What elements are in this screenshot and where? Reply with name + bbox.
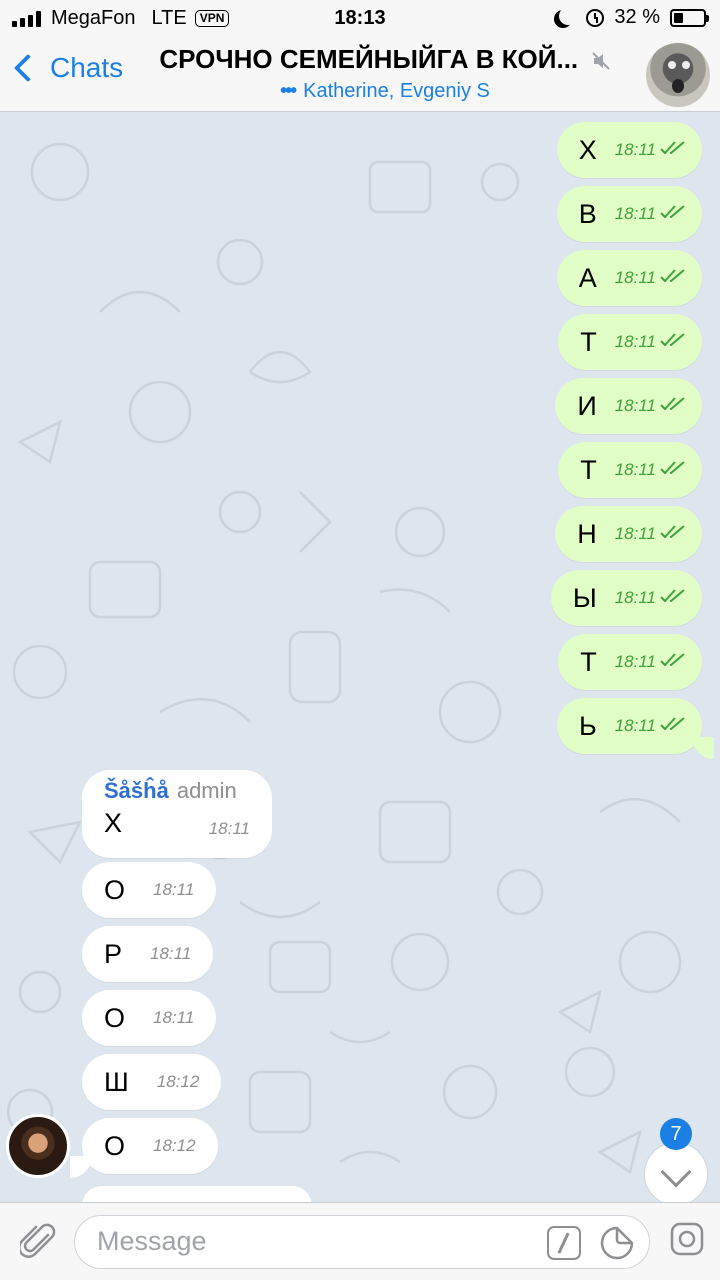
- read-checkmarks-icon: [660, 652, 686, 672]
- message-time: 18:11: [614, 652, 656, 671]
- message-text: В: [578, 198, 597, 229]
- read-checkmarks-icon: [660, 204, 686, 224]
- chat-title: СРОЧНО СЕМЕЙНЫЙГА В КОЙ...: [159, 44, 579, 74]
- status-bar: MegaFon LTE VPN 18:13 32 %: [0, 0, 720, 38]
- message-text: Н: [577, 518, 597, 549]
- outgoing-message[interactable]: Ы 18:11: [550, 570, 702, 626]
- back-label: Chats: [50, 52, 124, 83]
- message-text: Ь: [579, 710, 597, 741]
- outgoing-message[interactable]: Т 18:11: [558, 314, 702, 370]
- sender-name[interactable]: Šåšĥå: [104, 778, 169, 803]
- sender-row: Šåšĥå admin: [104, 778, 250, 804]
- read-checkmarks-icon: [660, 460, 686, 480]
- message-time: 18:11: [614, 716, 656, 735]
- message-time: 18:11: [614, 204, 656, 223]
- alarm-icon: [586, 8, 605, 27]
- incoming-message[interactable]: Šåšĥå admin Х 18:11: [82, 770, 272, 858]
- chevron-down-icon: [660, 1156, 692, 1188]
- incoming-message-partial[interactable]: [82, 1186, 312, 1202]
- incoming-message[interactable]: О 18:11: [82, 990, 217, 1046]
- read-checkmarks-icon: [660, 140, 686, 160]
- message-list[interactable]: Х 18:11 В 18:11 А 18:11 Т 18:11 И 18:11 …: [0, 112, 720, 1202]
- outgoing-message[interactable]: Ь 18:11: [557, 698, 702, 754]
- back-button[interactable]: Chats: [12, 52, 123, 84]
- typing-indicator-icon: •••: [280, 80, 297, 103]
- message-time: 18:11: [614, 396, 656, 415]
- message-time: 18:11: [614, 140, 656, 159]
- message-time: 18:11: [614, 588, 656, 607]
- sticker-icon: [600, 1226, 634, 1260]
- message-time: 18:12: [156, 1072, 200, 1091]
- outgoing-message[interactable]: И 18:11: [555, 378, 702, 434]
- message-time: 18:12: [153, 1136, 196, 1155]
- typing-users: Katherine, Evgeniy S: [303, 80, 490, 103]
- status-right: 32 %: [554, 6, 709, 29]
- incoming-message[interactable]: О 18:12: [82, 1118, 218, 1174]
- message-text: Х: [104, 808, 123, 838]
- message-time: 18:11: [614, 268, 656, 287]
- outgoing-message[interactable]: А 18:11: [556, 250, 702, 306]
- message-text: Т: [580, 454, 597, 485]
- incoming-message[interactable]: О 18:11: [82, 862, 217, 918]
- message-text: Т: [580, 646, 597, 677]
- message-text: Т: [580, 326, 597, 357]
- incoming-message[interactable]: Ш 18:12: [82, 1054, 222, 1110]
- message-text: А: [578, 262, 597, 293]
- camera-button[interactable]: [670, 1222, 704, 1261]
- read-checkmarks-icon: [660, 588, 686, 608]
- read-checkmarks-icon: [660, 524, 686, 544]
- chat-title-area[interactable]: СРОЧНО СЕМЕЙНЫЙГА В КОЙ... ••• Katherine,…: [140, 44, 630, 103]
- sender-avatar[interactable]: [6, 1114, 70, 1178]
- message-text: Р: [104, 938, 123, 969]
- attach-button[interactable]: [18, 1221, 56, 1266]
- message-text: О: [104, 874, 126, 905]
- read-checkmarks-icon: [660, 716, 686, 736]
- message-text: О: [104, 1002, 126, 1033]
- outgoing-message[interactable]: В 18:11: [556, 186, 702, 242]
- message-text: Ш: [104, 1066, 129, 1097]
- message-time: 18:11: [153, 880, 195, 899]
- battery-fill: [674, 12, 683, 23]
- read-checkmarks-icon: [660, 332, 686, 352]
- outgoing-message[interactable]: Т 18:11: [558, 442, 702, 498]
- message-input[interactable]: [97, 1226, 527, 1257]
- read-checkmarks-icon: [660, 396, 686, 416]
- camera-icon: [670, 1222, 704, 1256]
- bot-commands-icon[interactable]: [547, 1226, 581, 1260]
- outgoing-message[interactable]: Х 18:11: [556, 122, 702, 178]
- chat-subtitle: ••• Katherine, Evgeniy S: [140, 80, 630, 103]
- do-not-disturb-icon: [559, 7, 577, 25]
- outgoing-message[interactable]: Т 18:11: [558, 634, 702, 690]
- message-input-bar: [0, 1202, 720, 1280]
- message-text: Х: [578, 134, 597, 165]
- paperclip-icon: [18, 1223, 56, 1258]
- message-time: 18:11: [614, 524, 656, 543]
- unread-count-badge: 7: [660, 1118, 692, 1150]
- battery-icon: [670, 8, 709, 27]
- message-time: 18:11: [614, 460, 656, 479]
- message-text: И: [577, 390, 597, 421]
- chat-header: Chats СРОЧНО СЕМЕЙНЫЙГА В КОЙ... ••• Kath…: [0, 38, 720, 112]
- message-time: 18:11: [208, 819, 250, 838]
- outgoing-message[interactable]: Н 18:11: [555, 506, 702, 562]
- message-text: О: [104, 1130, 126, 1161]
- message-time: 18:11: [153, 1008, 195, 1027]
- message-time: 18:11: [614, 332, 656, 351]
- message-time: 18:11: [150, 944, 192, 963]
- sender-role: admin: [176, 778, 237, 803]
- chevron-left-icon: [13, 53, 43, 83]
- group-avatar[interactable]: [646, 43, 710, 107]
- incoming-message[interactable]: Р 18:11: [82, 926, 214, 982]
- message-field[interactable]: [74, 1215, 650, 1269]
- message-body: Х 18:11: [104, 808, 250, 839]
- message-text: Ы: [572, 582, 597, 613]
- read-checkmarks-icon: [660, 268, 686, 288]
- scroll-to-bottom-button[interactable]: [644, 1142, 708, 1202]
- muted-icon: [591, 51, 611, 76]
- sticker-button[interactable]: [599, 1225, 635, 1266]
- battery-percent: 32 %: [614, 6, 660, 28]
